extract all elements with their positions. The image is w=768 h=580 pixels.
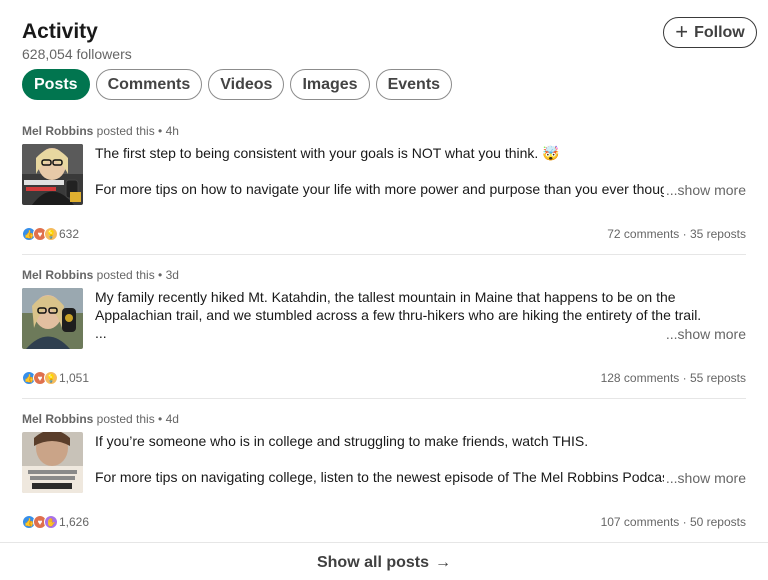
show-more-link[interactable]: ...show more <box>663 181 746 199</box>
comments-count[interactable]: 128 comments <box>601 371 680 385</box>
post-stats: 72 comments · 35 reposts <box>607 227 746 241</box>
follow-button[interactable]: + Follow <box>663 17 757 48</box>
post-text-line: ... <box>95 325 107 341</box>
tab-posts[interactable]: Posts <box>22 69 90 100</box>
comments-count[interactable]: 107 comments <box>601 515 680 529</box>
post-body: The first step to being consistent with … <box>95 144 746 199</box>
plus-icon: + <box>675 18 689 44</box>
post-item[interactable]: Mel Robbins posted this • 3d My family r… <box>22 268 746 412</box>
post-header: Mel Robbins posted this • 4h <box>22 124 179 138</box>
post-thumbnail[interactable] <box>22 432 83 493</box>
video-thumbnail-image <box>22 144 83 205</box>
reaction-count: 1,051 <box>59 371 90 385</box>
support-icon: ✋ <box>44 515 58 529</box>
activity-tabs: Posts Comments Videos Images Events <box>22 69 453 100</box>
post-header: Mel Robbins posted this • 4d <box>22 412 179 426</box>
post-meta: posted this • 4d <box>93 412 179 426</box>
arrow-right-icon: → <box>435 553 451 571</box>
post-meta: posted this • 4h <box>93 124 179 138</box>
post-text-line: For more tips on navigating college, lis… <box>95 469 665 485</box>
divider <box>0 542 768 543</box>
reaction-count: 632 <box>59 227 80 241</box>
show-all-posts-button[interactable]: Show all posts → <box>0 545 768 580</box>
show-more-link[interactable]: ...show more <box>663 325 746 343</box>
post-text-line: My family recently hiked Mt. Katahdin, t… <box>95 289 676 305</box>
post-author[interactable]: Mel Robbins <box>22 124 93 138</box>
insightful-icon: 💡 <box>44 371 58 385</box>
reposts-count[interactable]: 50 reposts <box>690 515 746 529</box>
post-text-line: For more tips on how to navigate your li… <box>95 181 665 197</box>
video-thumbnail-image <box>22 288 83 349</box>
post-stats: 128 comments · 55 reposts <box>600 371 746 385</box>
tab-images[interactable]: Images <box>290 69 370 100</box>
post-body: If you’re someone who is in college and … <box>95 432 746 487</box>
follow-label: Follow <box>694 23 745 41</box>
post-text-line: Appalachian trail, and we stumbled acros… <box>95 307 702 323</box>
show-all-label: Show all posts <box>316 553 429 571</box>
reaction-count: 1,626 <box>59 515 90 529</box>
tab-events[interactable]: Events <box>375 69 453 100</box>
reactions-summary[interactable]: 👍 ♥ ✋ 1,626 <box>22 515 89 529</box>
post-item[interactable]: Mel Robbins posted this • 4d If you’re s… <box>22 412 746 556</box>
divider <box>22 398 746 399</box>
tab-videos[interactable]: Videos <box>208 69 285 100</box>
post-text-line: The first step to being consistent with … <box>95 145 560 161</box>
comments-count[interactable]: 72 comments <box>607 227 679 241</box>
post-header: Mel Robbins posted this • 3d <box>22 268 179 282</box>
post-author[interactable]: Mel Robbins <box>22 268 93 282</box>
post-text-line <box>95 450 746 468</box>
activity-card: Activity 628,054 followers + Follow Post… <box>0 0 768 580</box>
post-stats: 107 comments · 50 reposts <box>600 515 746 529</box>
divider <box>22 254 746 255</box>
post-meta: posted this • 3d <box>93 268 179 282</box>
post-text-line <box>95 162 746 180</box>
reposts-count[interactable]: 35 reposts <box>690 227 746 241</box>
post-text-line: If you’re someone who is in college and … <box>95 433 589 449</box>
tab-comments[interactable]: Comments <box>95 69 203 100</box>
video-thumbnail-image <box>22 432 83 493</box>
show-more-link[interactable]: ...show more <box>663 469 746 487</box>
post-item[interactable]: Mel Robbins posted this • 4h The first s… <box>22 124 746 268</box>
post-author[interactable]: Mel Robbins <box>22 412 93 426</box>
reactions-summary[interactable]: 👍 ♥ 💡 632 <box>22 227 79 241</box>
reactions-summary[interactable]: 👍 ♥ 💡 1,051 <box>22 371 89 385</box>
section-title: Activity <box>22 20 98 43</box>
post-thumbnail[interactable] <box>22 288 83 349</box>
insightful-icon: 💡 <box>44 227 58 241</box>
reposts-count[interactable]: 55 reposts <box>690 371 746 385</box>
followers-count[interactable]: 628,054 followers <box>22 46 132 62</box>
post-body: My family recently hiked Mt. Katahdin, t… <box>95 288 746 343</box>
post-thumbnail[interactable] <box>22 144 83 205</box>
